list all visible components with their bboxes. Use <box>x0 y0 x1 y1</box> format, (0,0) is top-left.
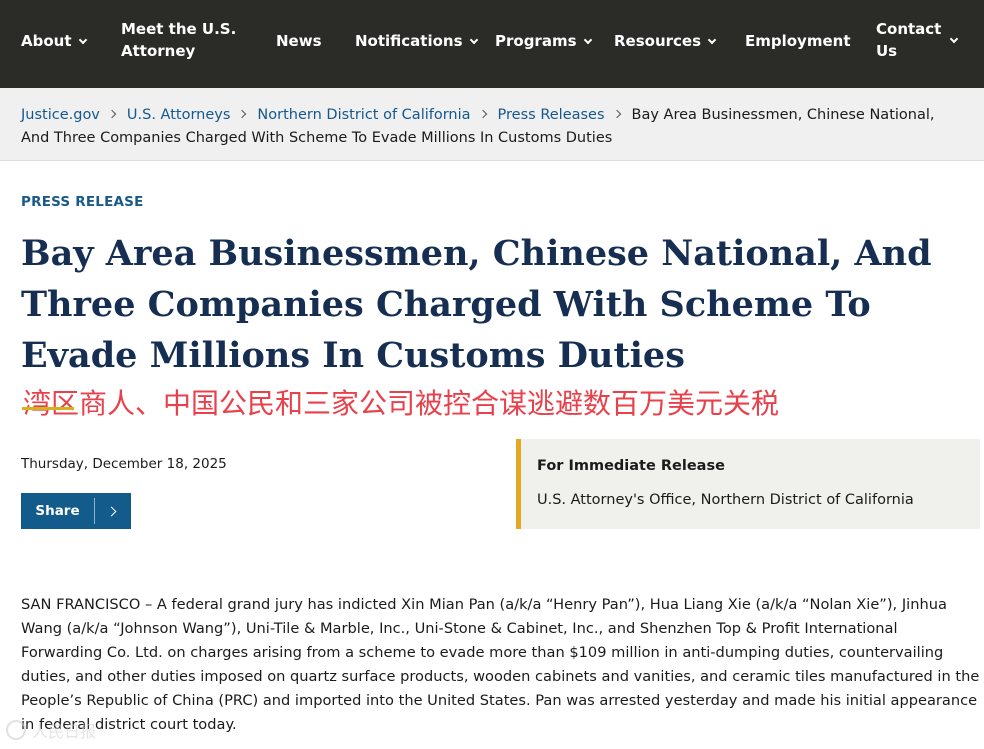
nav-notifications-label: Notifications <box>355 32 463 50</box>
share-button[interactable]: Share <box>21 493 131 529</box>
nav-employment[interactable]: Employment <box>745 30 851 52</box>
nav-contact[interactable]: Contact Us <box>876 18 959 62</box>
breadcrumb: Justice.gov U.S. Attorneys Northern Distri… <box>21 104 966 150</box>
nav-programs[interactable]: Programs <box>495 30 592 52</box>
release-office: U.S. Attorney's Office, Northern Distric… <box>537 492 914 508</box>
top-navigation: About Meet the U.S. Attorney News Notifi… <box>0 0 984 88</box>
nav-contact-label: Contact <box>876 20 942 38</box>
nav-employment-label: Employment <box>745 32 851 50</box>
nav-about-label: About <box>21 32 72 50</box>
nav-contact-label-line2: Us <box>876 42 898 60</box>
chevron-down-icon <box>78 35 87 45</box>
chevron-right-icon <box>238 109 247 119</box>
publish-date: Thursday, December 18, 2025 <box>21 456 227 472</box>
watermark: 人民日报 <box>6 718 96 742</box>
chevron-right-icon <box>612 109 621 119</box>
nav-resources-label: Resources <box>614 32 702 50</box>
breadcrumb-link-justice[interactable]: Justice.gov <box>21 107 100 123</box>
nav-meet-attorney-label-line2: Attorney <box>121 42 196 60</box>
chevron-down-icon <box>469 35 478 45</box>
breadcrumb-link-ndca[interactable]: Northern District of California <box>257 107 470 123</box>
highlight-mark <box>22 407 74 410</box>
article-body: SAN FRANCISCO – A federal grand jury has… <box>21 596 980 733</box>
chevron-down-icon <box>950 34 959 44</box>
chevron-right-icon <box>95 506 131 516</box>
nav-contact-labels: Contact Us <box>876 18 941 62</box>
chevron-down-icon <box>707 35 717 45</box>
nav-news-label: News <box>276 32 322 50</box>
nav-meet-attorney-label: Meet the U.S. <box>121 20 237 38</box>
breadcrumb-link-press-releases[interactable]: Press Releases <box>498 107 605 123</box>
watermark-text: 人民日报 <box>32 722 97 741</box>
breadcrumb-link-us-attorneys[interactable]: U.S. Attorneys <box>127 107 231 123</box>
nav-meet-attorney[interactable]: Meet the U.S. Attorney <box>121 18 236 62</box>
nav-news[interactable]: News <box>276 30 322 52</box>
chevron-down-icon <box>583 35 592 45</box>
nav-programs-label: Programs <box>495 32 577 50</box>
nav-about[interactable]: About <box>21 30 87 52</box>
watermark-logo-icon <box>6 720 26 740</box>
release-heading: For Immediate Release <box>537 458 725 474</box>
press-release-eyebrow: PRESS RELEASE <box>21 194 144 210</box>
nav-resources[interactable]: Resources <box>614 30 717 52</box>
chevron-right-icon <box>107 109 117 119</box>
nav-notifications[interactable]: Notifications <box>355 30 478 52</box>
share-label: Share <box>35 503 80 519</box>
chevron-right-icon <box>478 109 487 119</box>
release-info-box: For Immediate Release U.S. Attorney's Of… <box>516 439 980 529</box>
page-title: Bay Area Businessmen, Chinese National, … <box>21 233 932 376</box>
translated-title: 湾区商人、中国公民和三家公司被控合谋逃避数百万美元关税 <box>23 387 780 420</box>
